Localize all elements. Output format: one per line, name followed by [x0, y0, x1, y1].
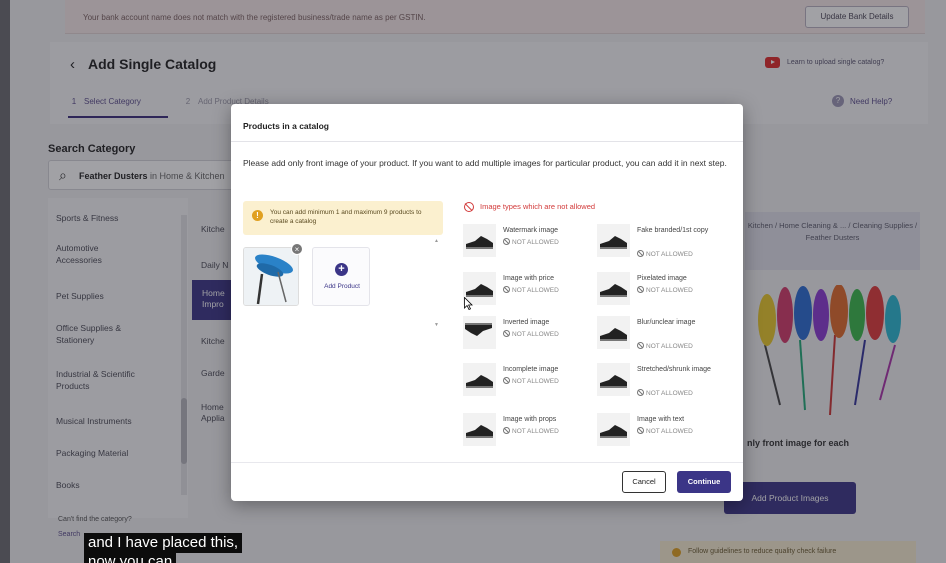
shoe-text-icon — [597, 413, 630, 446]
scroll-down-icon[interactable]: ▼ — [434, 322, 439, 328]
not-allowed-status: NOT ALLOWED — [503, 286, 559, 294]
not-allowed-item: Fake branded/1st copy NOT ALLOWED — [597, 224, 737, 264]
not-allowed-status: NOT ALLOWED — [503, 427, 559, 435]
ban-icon — [637, 389, 644, 396]
not-allowed-item-name: Incomplete image — [503, 366, 559, 373]
not-allowed-item-name: Inverted image — [503, 319, 550, 326]
ban-icon — [464, 202, 474, 213]
not-allowed-status-label: NOT ALLOWED — [512, 287, 559, 294]
product-thumbnail[interactable] — [243, 247, 299, 306]
not-allowed-item: Pixelated image NOT ALLOWED — [597, 272, 737, 312]
not-allowed-item: Stretched/shrunk image NOT ALLOWED — [597, 363, 737, 403]
not-allowed-item: Watermark image NOT ALLOWED — [463, 224, 603, 264]
plus-icon: + — [335, 263, 348, 276]
not-allowed-status: NOT ALLOWED — [637, 389, 693, 397]
shoe-props-icon — [463, 413, 496, 446]
not-allowed-status-label: NOT ALLOWED — [512, 239, 559, 246]
not-allowed-status-label: NOT ALLOWED — [646, 287, 693, 294]
not-allowed-item-name: Image with props — [503, 416, 557, 423]
not-allowed-item-name: Image with price — [503, 275, 554, 282]
ban-icon — [637, 250, 644, 257]
video-caption-line2: now you can — [84, 553, 177, 563]
ban-icon — [503, 286, 510, 293]
not-allowed-status-label: NOT ALLOWED — [512, 331, 559, 338]
product-limit-note: ! You can add minimum 1 and maximum 9 pr… — [243, 201, 443, 235]
not-allowed-item: Image with price NOT ALLOWED — [463, 272, 603, 312]
remove-product-icon[interactable]: × — [291, 243, 303, 255]
shoe-blur-icon — [597, 316, 630, 349]
not-allowed-item: Blur/unclear image NOT ALLOWED — [597, 316, 737, 356]
modal-title: Products in a catalog — [243, 121, 329, 131]
not-allowed-item-name: Image with text — [637, 416, 685, 423]
not-allowed-status-label: NOT ALLOWED — [512, 378, 559, 385]
not-allowed-status: NOT ALLOWED — [637, 342, 693, 350]
not-allowed-status: NOT ALLOWED — [637, 286, 693, 294]
not-allowed-item-name: Stretched/shrunk image — [637, 366, 711, 373]
not-allowed-status-label: NOT ALLOWED — [646, 343, 693, 350]
not-allowed-item-name: Fake branded/1st copy — [637, 227, 709, 234]
upload-area-scrollbar[interactable]: ▲ ▼ — [434, 238, 439, 330]
modal-divider — [231, 141, 743, 142]
scroll-up-icon[interactable]: ▲ — [434, 238, 439, 244]
not-allowed-status-label: NOT ALLOWED — [646, 428, 693, 435]
ban-icon — [503, 238, 510, 245]
ban-icon — [503, 377, 510, 384]
modal-description: Please add only front image of your prod… — [243, 158, 727, 168]
ban-icon — [503, 330, 510, 337]
not-allowed-status: NOT ALLOWED — [503, 238, 559, 246]
shoe-stretched-icon — [597, 363, 630, 396]
feather-duster-thumbnail-image — [244, 248, 298, 305]
shoe-fake-icon — [597, 224, 630, 257]
not-allowed-item-name: Blur/unclear image — [637, 319, 696, 326]
info-warning-icon: ! — [252, 210, 263, 221]
not-allowed-status: NOT ALLOWED — [637, 250, 693, 258]
not-allowed-item: Image with text NOT ALLOWED — [597, 413, 737, 453]
shoe-incomplete-icon — [463, 363, 496, 396]
not-allowed-status-label: NOT ALLOWED — [512, 428, 559, 435]
not-allowed-status-label: NOT ALLOWED — [646, 251, 693, 258]
ban-icon — [637, 342, 644, 349]
ban-icon — [637, 427, 644, 434]
mouse-cursor-icon — [464, 297, 473, 310]
video-caption-line1: and I have placed this, — [84, 533, 243, 553]
add-product-button[interactable]: + Add Product — [312, 247, 370, 306]
products-in-catalog-modal: Products in a catalog Please add only fr… — [231, 104, 743, 501]
not-allowed-item: Inverted image NOT ALLOWED — [463, 316, 603, 356]
ban-icon — [503, 427, 510, 434]
not-allowed-item-name: Pixelated image — [637, 275, 687, 282]
not-allowed-status: NOT ALLOWED — [503, 377, 559, 385]
shoe-watermark-icon — [463, 224, 496, 257]
not-allowed-item: Incomplete image NOT ALLOWED — [463, 363, 603, 403]
continue-button[interactable]: Continue — [677, 471, 731, 493]
shoe-inverted-icon — [463, 316, 496, 349]
not-allowed-item-name: Watermark image — [503, 227, 558, 234]
shoe-pixelated-icon — [597, 272, 630, 305]
cancel-button[interactable]: Cancel — [622, 471, 666, 493]
not-allowed-status: NOT ALLOWED — [637, 427, 693, 435]
not-allowed-status-label: NOT ALLOWED — [646, 390, 693, 397]
not-allowed-item: Image with props NOT ALLOWED — [463, 413, 603, 453]
ban-icon — [637, 286, 644, 293]
not-allowed-status: NOT ALLOWED — [503, 330, 559, 338]
not-allowed-header: Image types which are not allowed — [464, 202, 595, 213]
modal-footer-divider — [231, 462, 743, 463]
